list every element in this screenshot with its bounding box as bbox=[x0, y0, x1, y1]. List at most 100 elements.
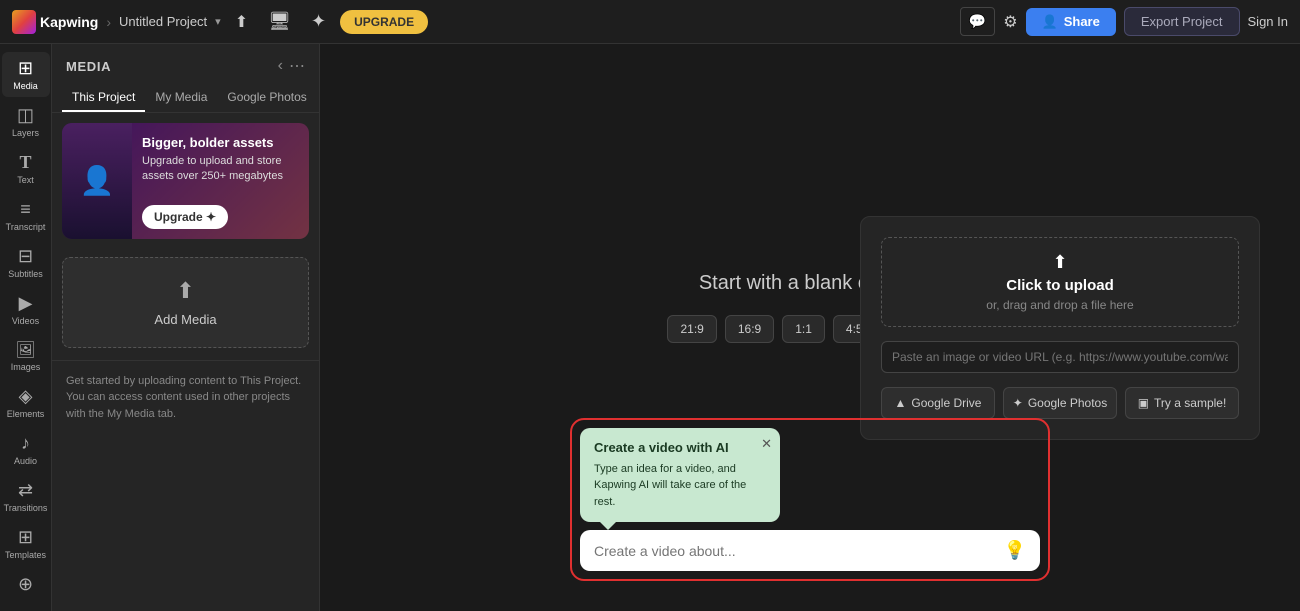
templates-icon: ⊞ bbox=[18, 527, 33, 548]
sidebar-item-media-label: Media bbox=[13, 81, 38, 91]
comment-button[interactable]: 💬 bbox=[960, 7, 995, 36]
aspect-btn-1-1[interactable]: 1:1 bbox=[782, 315, 825, 343]
panel-header: MEDIA ‹ ⋯ bbox=[52, 44, 319, 84]
canvas-area: Start with a blank canvas 21:9 16:9 1:1 … bbox=[320, 44, 1300, 611]
google-photos-button[interactable]: ✦ Google Photos bbox=[1003, 387, 1117, 419]
panel-title: MEDIA bbox=[66, 59, 111, 74]
upload-dropzone[interactable]: ⬆ Click to upload or, drag and drop a fi… bbox=[881, 237, 1239, 327]
sidebar-item-images-label: Images bbox=[11, 362, 41, 372]
sidebar-item-videos[interactable]: ▶ Videos bbox=[2, 287, 50, 332]
main-layout: ⊞ Media ◫ Layers T Text ≡ Transcript ⊟ S… bbox=[0, 44, 1300, 611]
sample-icon: ▣ bbox=[1138, 396, 1149, 410]
icon-sidebar: ⊞ Media ◫ Layers T Text ≡ Transcript ⊟ S… bbox=[0, 44, 52, 611]
sidebar-item-elements-label: Elements bbox=[7, 409, 45, 419]
panel-header-actions: ‹ ⋯ bbox=[278, 56, 305, 76]
ai-video-input[interactable] bbox=[594, 543, 996, 559]
upgrade-button[interactable]: UPGRADE bbox=[340, 10, 428, 34]
audio-icon: ♪ bbox=[21, 433, 30, 454]
try-sample-button[interactable]: ▣ Try a sample! bbox=[1125, 387, 1239, 419]
sidebar-item-audio[interactable]: ♪ Audio bbox=[2, 427, 50, 472]
settings-button[interactable]: ⚙ bbox=[1003, 12, 1017, 32]
share-upload-icon[interactable]: ⬆ bbox=[229, 8, 254, 36]
ai-tooltip-title: Create a video with AI bbox=[594, 440, 766, 455]
share-icon: 👤 bbox=[1042, 14, 1058, 30]
signin-button[interactable]: Sign In bbox=[1248, 14, 1288, 29]
sidebar-item-layers[interactable]: ◫ Layers bbox=[2, 99, 50, 144]
sidebar-item-elements[interactable]: ◈ Elements bbox=[2, 380, 50, 425]
share-button[interactable]: 👤 Share bbox=[1026, 8, 1116, 36]
panel-tabs: This Project My Media Google Photos bbox=[52, 84, 319, 113]
transcript-icon: ≡ bbox=[20, 199, 31, 220]
images-icon: 🖼 bbox=[15, 340, 35, 360]
upgrade-card-image: 👤 bbox=[62, 123, 132, 239]
sidebar-item-transcript[interactable]: ≡ Transcript bbox=[2, 193, 50, 238]
upgrade-card-title: Bigger, bolder assets bbox=[142, 135, 299, 150]
sidebar-item-text-label: Text bbox=[17, 175, 34, 185]
topbar: Kapwing › Untitled Project ▾ ⬆ 🖥 ✦ UPGRA… bbox=[0, 0, 1300, 44]
upgrade-card: 👤 Bigger, bolder assets Upgrade to uploa… bbox=[62, 123, 309, 239]
add-media-button[interactable]: ⬆ Add Media bbox=[62, 257, 309, 348]
url-input[interactable] bbox=[881, 341, 1239, 373]
tab-my-media[interactable]: My Media bbox=[145, 84, 217, 112]
try-sample-label: Try a sample! bbox=[1154, 396, 1226, 410]
magic-wand-icon[interactable]: ✦ bbox=[305, 7, 332, 36]
sidebar-item-layers-label: Layers bbox=[12, 128, 39, 138]
media-icon: ⊞ bbox=[18, 58, 33, 79]
google-drive-icon: ▲ bbox=[895, 396, 907, 410]
text-icon: T bbox=[19, 152, 31, 173]
app-logo[interactable]: Kapwing bbox=[12, 10, 98, 34]
sidebar-item-audio-label: Audio bbox=[14, 456, 37, 466]
export-button[interactable]: Export Project bbox=[1124, 7, 1240, 36]
google-photos-label: Google Photos bbox=[1028, 396, 1107, 410]
sidebar-item-templates-label: Templates bbox=[5, 550, 46, 560]
upgrade-card-button[interactable]: Upgrade ✦ bbox=[142, 205, 228, 229]
tab-google-photos[interactable]: Google Photos bbox=[217, 84, 316, 112]
sidebar-item-more[interactable]: ⊕ bbox=[2, 568, 50, 601]
ai-bulb-button[interactable]: 💡 bbox=[1004, 540, 1026, 561]
transitions-icon: ⇄ bbox=[18, 480, 33, 501]
chevron-down-icon[interactable]: ▾ bbox=[215, 15, 221, 28]
more-icon: ⊕ bbox=[18, 574, 33, 595]
monitor-icon[interactable]: 🖥 bbox=[262, 7, 297, 36]
ai-tooltip: ✕ Create a video with AI Type an idea fo… bbox=[580, 428, 780, 523]
upload-title: Click to upload bbox=[1006, 277, 1114, 294]
breadcrumb-sep: › bbox=[106, 14, 111, 30]
aspect-btn-21-9[interactable]: 21:9 bbox=[667, 315, 716, 343]
subtitles-icon: ⊟ bbox=[18, 246, 33, 267]
upgrade-card-content: Bigger, bolder assets Upgrade to upload … bbox=[132, 123, 309, 197]
ai-input-area: 💡 bbox=[580, 530, 1040, 571]
ai-create-wrapper: ✕ Create a video with AI Type an idea fo… bbox=[570, 418, 1050, 582]
panel-hint: Get started by uploading content to This… bbox=[52, 365, 319, 431]
sidebar-item-transitions[interactable]: ⇄ Transitions bbox=[2, 474, 50, 519]
upload-sources-row: ▲ Google Drive ✦ Google Photos ▣ Try a s… bbox=[881, 387, 1239, 419]
google-drive-button[interactable]: ▲ Google Drive bbox=[881, 387, 995, 419]
project-name[interactable]: Untitled Project bbox=[119, 14, 207, 29]
ai-tooltip-close-button[interactable]: ✕ bbox=[761, 436, 772, 452]
logo-icon bbox=[12, 10, 36, 34]
sidebar-item-videos-label: Videos bbox=[12, 316, 39, 326]
share-label: Share bbox=[1064, 14, 1100, 29]
sidebar-item-text[interactable]: T Text bbox=[2, 146, 50, 191]
sidebar-item-images[interactable]: 🖼 Images bbox=[2, 334, 50, 378]
sidebar-item-transcript-label: Transcript bbox=[6, 222, 46, 232]
panel-collapse-button[interactable]: ‹ bbox=[278, 56, 283, 76]
brand-name: Kapwing bbox=[40, 14, 98, 30]
panel-more-button[interactable]: ⋯ bbox=[289, 56, 305, 76]
sidebar-item-transitions-label: Transitions bbox=[4, 503, 48, 513]
add-media-label: Add Media bbox=[154, 312, 216, 327]
upload-icon: ⬆ bbox=[1052, 252, 1067, 273]
elements-icon: ◈ bbox=[19, 386, 33, 407]
upload-icon: ⬆ bbox=[176, 278, 194, 304]
ai-tooltip-arrow bbox=[600, 522, 616, 530]
sidebar-item-templates[interactable]: ⊞ Templates bbox=[2, 521, 50, 566]
videos-icon: ▶ bbox=[19, 293, 33, 314]
sidebar-item-subtitles-label: Subtitles bbox=[8, 269, 43, 279]
google-photos-icon: ✦ bbox=[1013, 396, 1023, 410]
sidebar-item-subtitles[interactable]: ⊟ Subtitles bbox=[2, 240, 50, 285]
upgrade-card-desc: Upgrade to upload and store assets over … bbox=[142, 154, 299, 185]
aspect-btn-16-9[interactable]: 16:9 bbox=[725, 315, 774, 343]
panel-divider bbox=[52, 360, 319, 361]
sidebar-item-media[interactable]: ⊞ Media bbox=[2, 52, 50, 97]
upload-subtitle: or, drag and drop a file here bbox=[986, 298, 1133, 312]
tab-this-project[interactable]: This Project bbox=[62, 84, 145, 112]
